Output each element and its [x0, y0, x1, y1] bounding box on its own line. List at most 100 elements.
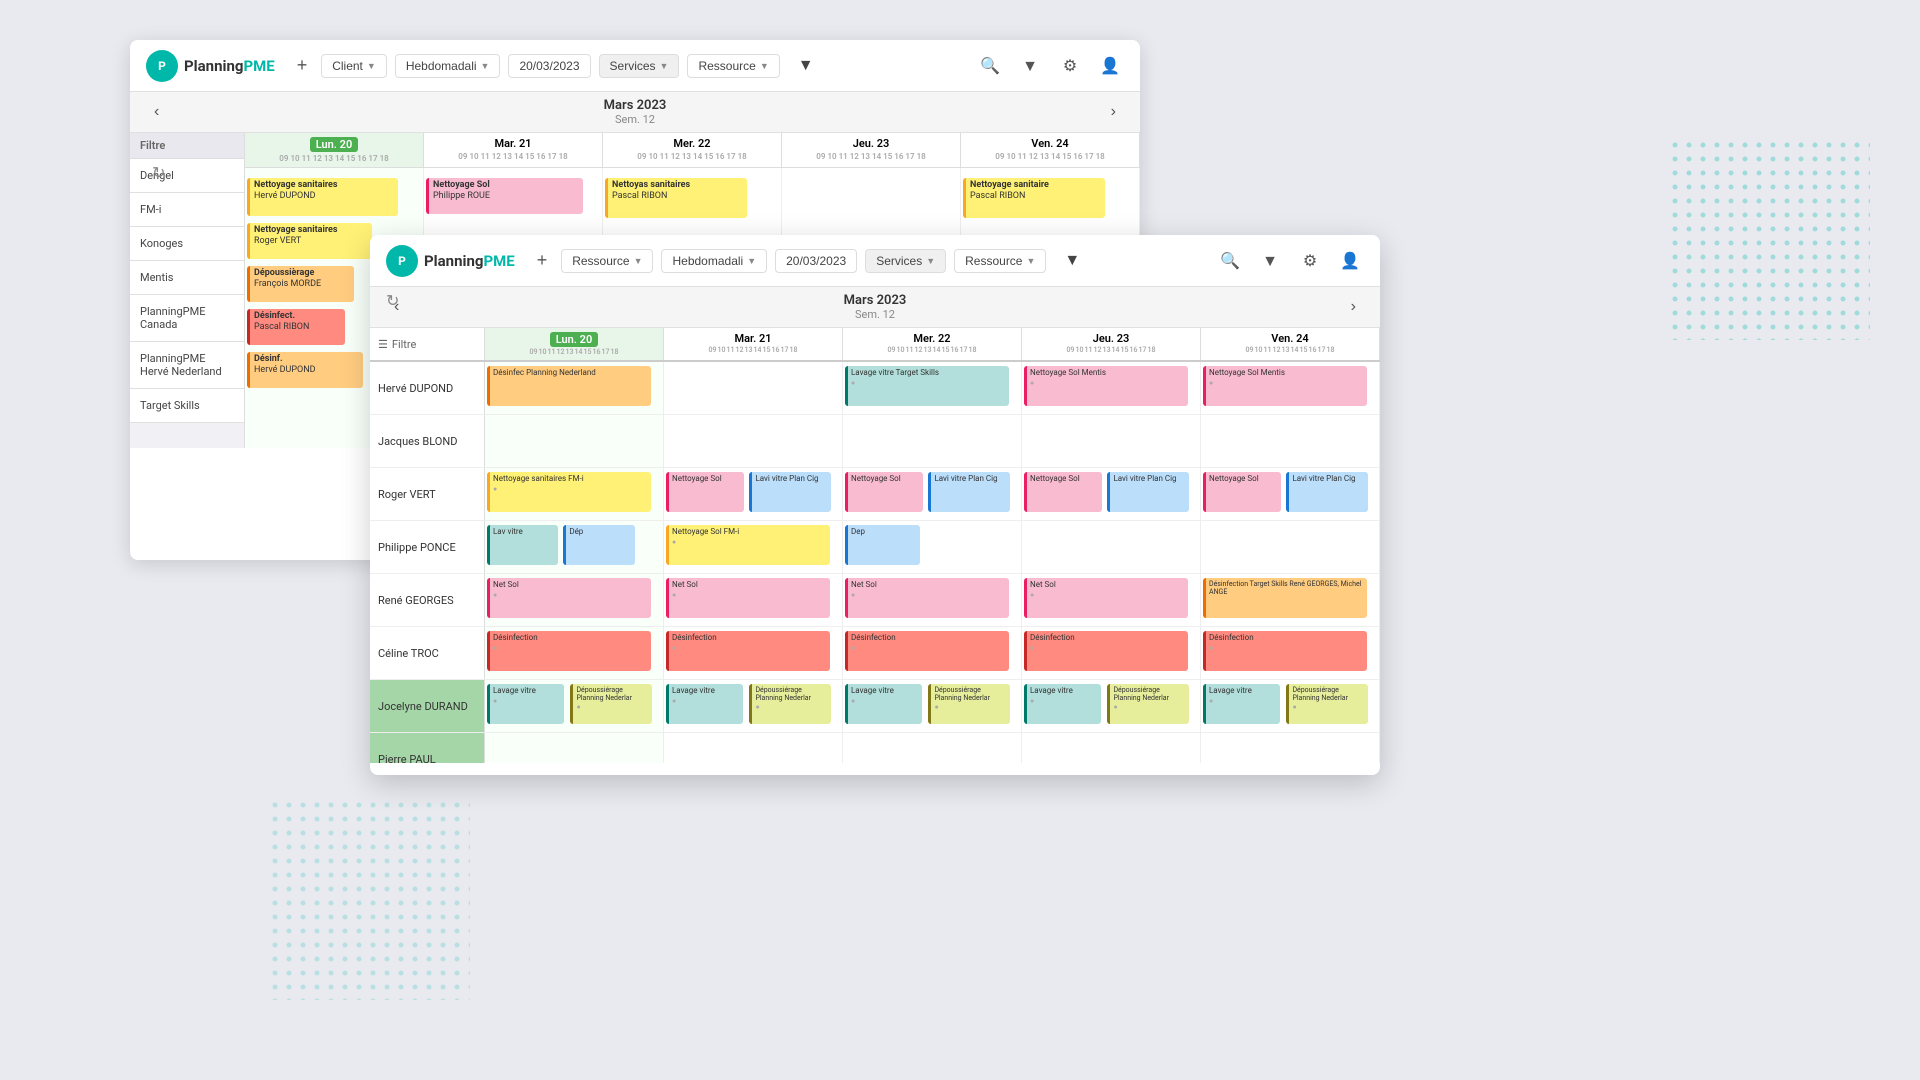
- event-r2-d2a[interactable]: Nettoyage Sol: [845, 472, 923, 512]
- event-r4-d2[interactable]: Net Sol●: [845, 578, 1009, 618]
- services-button-back[interactable]: Services ▼: [599, 54, 680, 78]
- event-r6-d2a[interactable]: Lavage vitre●: [845, 684, 922, 724]
- resource-day-2-0: Nettoyage sanitaires FM-i●: [485, 468, 664, 520]
- sidebar-item-konoges[interactable]: Konoges: [130, 227, 244, 261]
- event-r6-d1a[interactable]: Lavage vitre●: [666, 684, 743, 724]
- resource-button-back[interactable]: Ressource ▼: [687, 54, 779, 78]
- event-r2-d3b[interactable]: Lavi vitre Plan Cig: [1107, 472, 1189, 512]
- refresh-icon-front[interactable]: ↻: [386, 291, 399, 310]
- event-r4-d4[interactable]: Désinfection Target Skills René GEORGES,…: [1203, 578, 1367, 618]
- resource-button-front[interactable]: Ressource ▼: [561, 249, 653, 273]
- event-back-4[interactable]: Désinf.Hervé DUPOND: [247, 352, 363, 388]
- date-label: 20/03/2023: [519, 59, 579, 73]
- sidebar-item-nederland[interactable]: PlanningPME Hervé Nederland: [130, 342, 244, 389]
- period-label: Hebdomadali: [406, 59, 477, 73]
- event-r3-d2[interactable]: Dep: [845, 525, 920, 565]
- filter-icon-front[interactable]: ▼: [1256, 247, 1284, 275]
- add-button-front[interactable]: +: [531, 246, 554, 275]
- sidebar-back: Filtre Dengel FM-i Konoges Mentis Planni…: [130, 133, 245, 448]
- services-button-front[interactable]: Services ▼: [865, 249, 946, 273]
- event-r2-d4b[interactable]: Lavi vitre Plan Cig: [1286, 472, 1368, 512]
- event-r6-d0b[interactable]: Dépoussiérage Planning Nederlar●: [570, 684, 652, 724]
- period-button-back[interactable]: Hebdomadali ▼: [395, 54, 501, 78]
- resource-day-0-0: Désinfec Planning Nederland: [485, 362, 664, 414]
- resource-day-3-1: Nettoyage Sol FM-i●: [664, 521, 843, 573]
- sidebar-item-fmi[interactable]: FM-i: [130, 193, 244, 227]
- event-back-2[interactable]: DépoussièrageFrançois MORDE: [247, 266, 354, 302]
- next-btn-front[interactable]: ›: [1343, 296, 1364, 318]
- settings-icon-back[interactable]: ⚙: [1056, 52, 1084, 80]
- add-button-back[interactable]: +: [291, 51, 314, 80]
- event-r6-d2b[interactable]: Dépoussiérage Planning Nederlar●: [928, 684, 1010, 724]
- event-r4-d1[interactable]: Net Sol●: [666, 578, 830, 618]
- event-r6-d3b[interactable]: Dépoussiérage Planning Nederlar●: [1107, 684, 1189, 724]
- resource-row-7: Pierre PAUL: [370, 733, 1380, 763]
- resource2-button-front[interactable]: Ressource ▼: [954, 249, 1046, 273]
- event-r5-d1[interactable]: Désinfection●: [666, 631, 830, 671]
- resource-day-6-3: Lavage vitre● Dépoussiérage Planning Ned…: [1022, 680, 1201, 732]
- event-r5-d0[interactable]: Désinfection●: [487, 631, 651, 671]
- event-r0-d2[interactable]: Lavage vitre Target Skills●: [845, 366, 1009, 406]
- filter-button-front[interactable]: ▼: [1054, 248, 1090, 274]
- event-r2-d2b[interactable]: Lavi vitre Plan Cig: [928, 472, 1010, 512]
- next-btn-back[interactable]: ›: [1103, 101, 1124, 123]
- filter-icon-back[interactable]: ▼: [1016, 52, 1044, 80]
- date-button-front[interactable]: 20/03/2023: [775, 249, 857, 273]
- event-r4-d0[interactable]: Net Sol●: [487, 578, 651, 618]
- event-back-5[interactable]: Nettoyage SolPhilippe ROUE: [426, 178, 583, 214]
- sidebar-item-mentis[interactable]: Mentis: [130, 261, 244, 295]
- filter-button-back[interactable]: ▼: [788, 53, 824, 79]
- event-r0-d3[interactable]: Nettoyage Sol Mentis●: [1024, 366, 1188, 406]
- event-r6-d3a[interactable]: Lavage vitre●: [1024, 684, 1101, 724]
- resource-day-7-2: [843, 733, 1022, 763]
- event-back-0[interactable]: Nettoyage sanitairesHervé DUPOND: [247, 178, 398, 216]
- event-r0-d4[interactable]: Nettoyage Sol Mentis●: [1203, 366, 1367, 406]
- event-r2-d0[interactable]: Nettoyage sanitaires FM-i●: [487, 472, 651, 512]
- event-r2-d1b[interactable]: Lavi vitre Plan Cig: [749, 472, 831, 512]
- logo-text-front: PlanningPME: [424, 252, 515, 270]
- resource-cells-5: Désinfection● Désinfection● Désinfection…: [485, 627, 1380, 679]
- refresh-icon-back[interactable]: ↻: [152, 163, 165, 182]
- event-r5-d3[interactable]: Désinfection●: [1024, 631, 1188, 671]
- event-r3-d0b[interactable]: Dép: [563, 525, 634, 565]
- event-r6-d1b[interactable]: Dépoussiérage Planning Nederlar●: [749, 684, 831, 724]
- event-r2-d4a[interactable]: Nettoyage Sol: [1203, 472, 1281, 512]
- settings-icon-front[interactable]: ⚙: [1296, 247, 1324, 275]
- resource-day-4-0: Net Sol●: [485, 574, 664, 626]
- event-r6-d4a[interactable]: Lavage vitre●: [1203, 684, 1280, 724]
- event-r0-d0[interactable]: Désinfec Planning Nederland: [487, 366, 651, 406]
- event-r5-d2[interactable]: Désinfection●: [845, 631, 1009, 671]
- services-arrow: ▼: [660, 61, 669, 71]
- event-back-7[interactable]: Nettoyage sanitairePascal RIBON: [963, 178, 1105, 218]
- event-r4-d3[interactable]: Net Sol●: [1024, 578, 1188, 618]
- svg-text:P: P: [158, 59, 166, 73]
- resource-day-3-2: Dep: [843, 521, 1022, 573]
- sidebar-item-canada[interactable]: PlanningPME Canada: [130, 295, 244, 342]
- client-button-back[interactable]: Client ▼: [321, 54, 387, 78]
- event-r5-d4[interactable]: Désinfection●: [1203, 631, 1367, 671]
- search-icon-back[interactable]: 🔍: [976, 52, 1004, 80]
- user-icon-front[interactable]: 👤: [1336, 247, 1364, 275]
- sidebar-item-dengel[interactable]: Dengel: [130, 159, 244, 193]
- sidebar-item-target[interactable]: Target Skills: [130, 389, 244, 423]
- search-icon-front[interactable]: 🔍: [1216, 247, 1244, 275]
- date-button-back[interactable]: 20/03/2023: [508, 54, 590, 78]
- cal-month-back: Mars 2023: [604, 98, 667, 113]
- event-r3-d1[interactable]: Nettoyage Sol FM-i●: [666, 525, 830, 565]
- event-r3-d0a[interactable]: Lav vitre: [487, 525, 558, 565]
- event-r2-d3a[interactable]: Nettoyage Sol: [1024, 472, 1102, 512]
- event-r6-d4b[interactable]: Dépoussiérage Planning Nederlar●: [1286, 684, 1368, 724]
- event-back-3[interactable]: Désinfect.Pascal RIBON: [247, 309, 345, 345]
- user-icon-back[interactable]: 👤: [1096, 52, 1124, 80]
- event-back-6[interactable]: Nettoyas sanitairesPascal RIBON: [605, 178, 747, 218]
- event-r6-d0a[interactable]: Lavage vitre●: [487, 684, 564, 724]
- event-r2-d1a[interactable]: Nettoyage Sol: [666, 472, 744, 512]
- resource-day-2-4: Nettoyage Sol Lavi vitre Plan Cig: [1201, 468, 1380, 520]
- period-button-front[interactable]: Hebdomadali ▼: [661, 249, 767, 273]
- prev-btn-back[interactable]: ‹: [146, 101, 167, 123]
- resource-day-0-3: Nettoyage Sol Mentis●: [1022, 362, 1201, 414]
- day-header-1-back: Mar. 21 09101112131415161718: [424, 133, 603, 167]
- filter-bar-front[interactable]: ☰ Filtre: [370, 328, 485, 360]
- day-header-0-front: Lun. 20 09101112131415161718: [485, 328, 664, 360]
- event-back-1[interactable]: Nettoyage sanitairesRoger VERT: [247, 223, 372, 259]
